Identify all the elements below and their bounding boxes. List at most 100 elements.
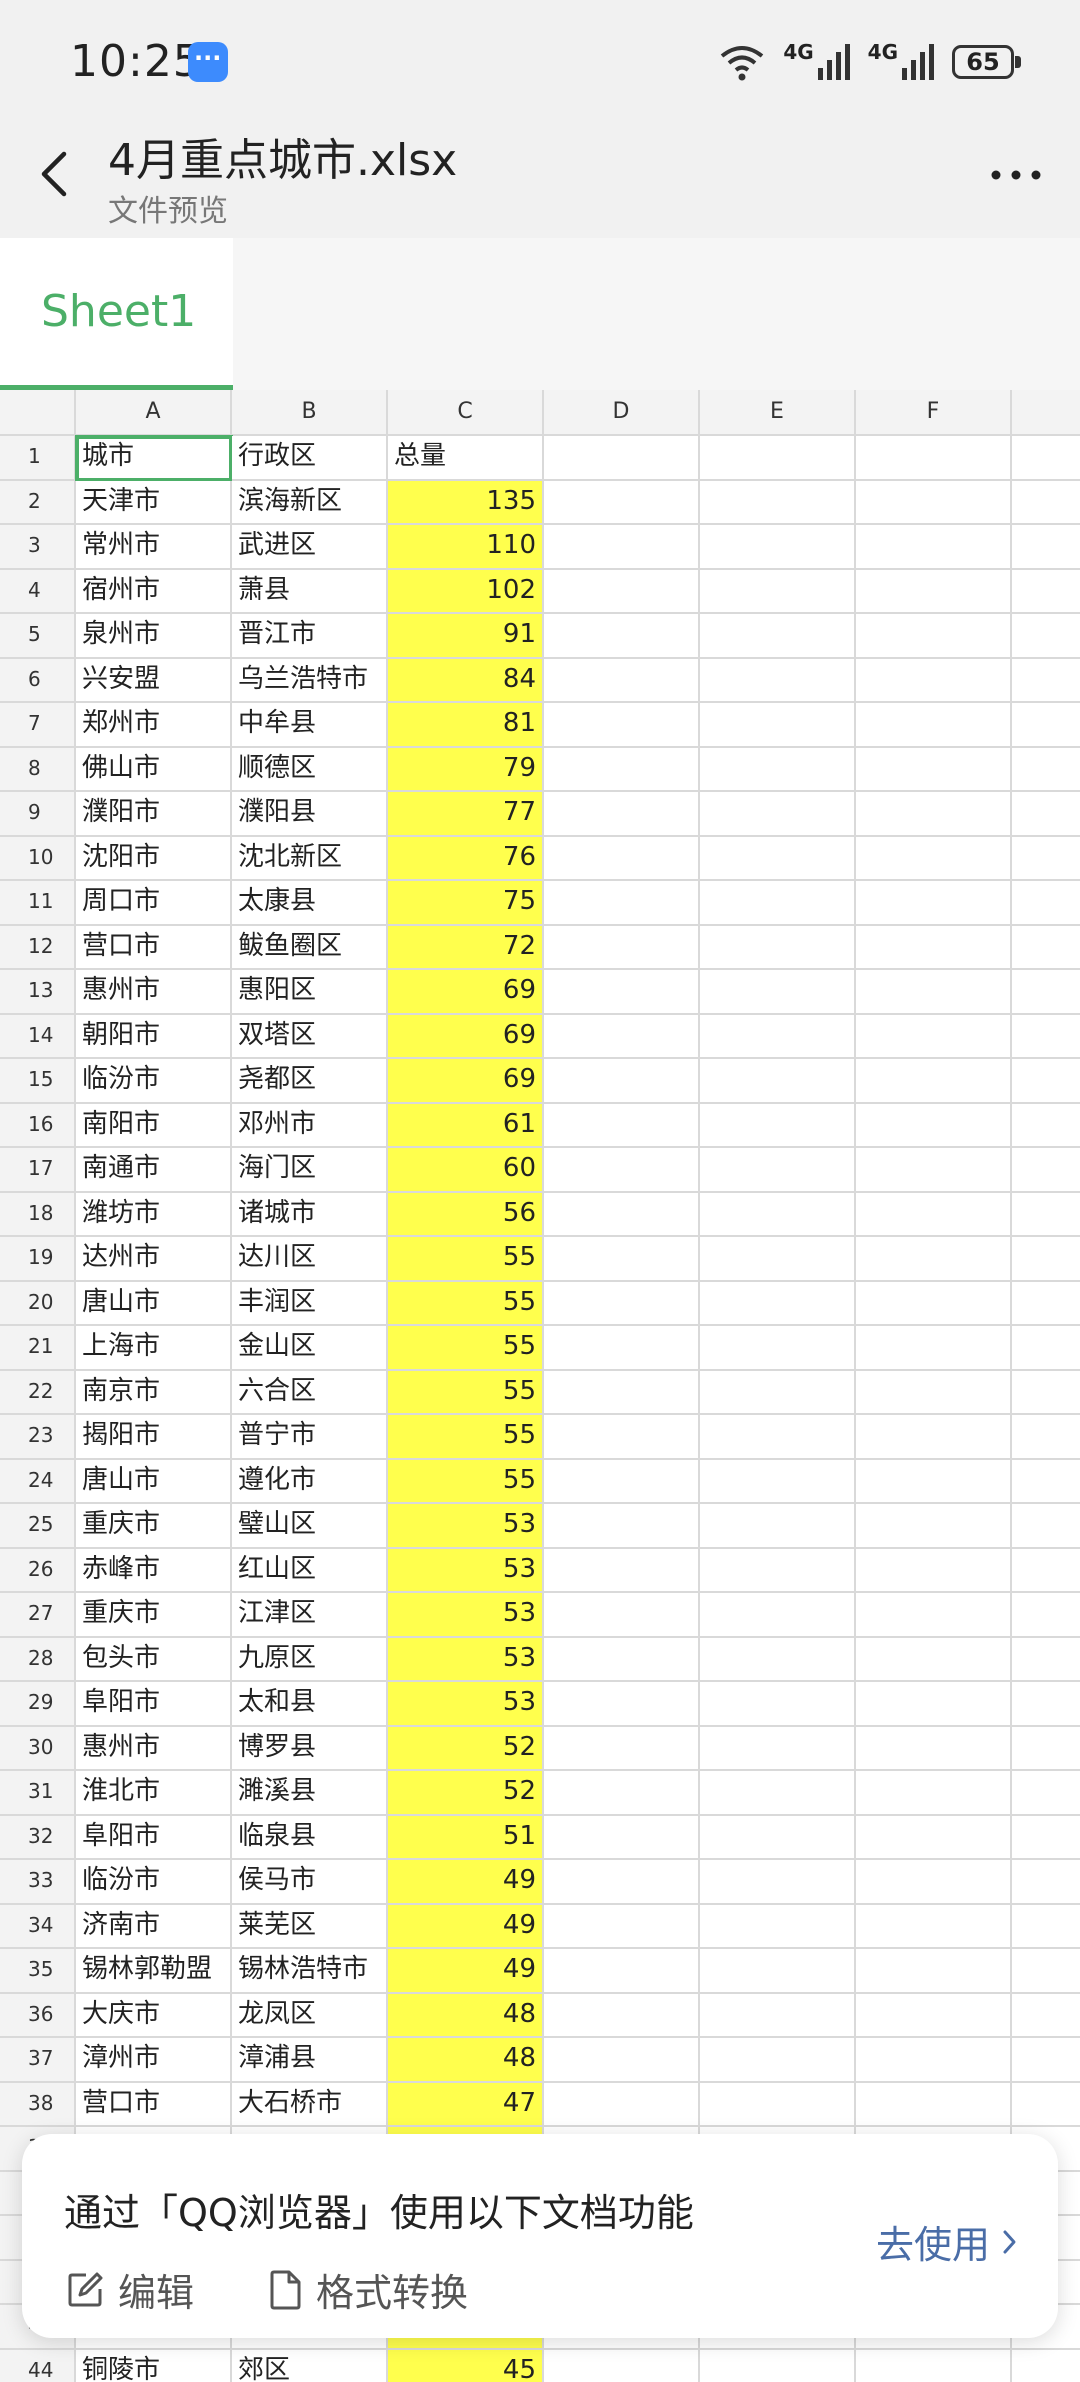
cell-empty[interactable] bbox=[856, 747, 1012, 792]
cell-empty[interactable] bbox=[700, 436, 856, 481]
cell-empty[interactable] bbox=[544, 747, 700, 792]
cell-empty[interactable] bbox=[700, 1726, 856, 1771]
spreadsheet-grid[interactable]: A B C D E F 1 城市 行政区 总量 2 天津市 滨海新区 135 3 常州市 武进区 110 4 宿州市萧… bbox=[0, 390, 1080, 2382]
cell-empty[interactable] bbox=[1012, 1370, 1080, 1415]
cell-b[interactable]: 濉溪县 bbox=[232, 1771, 388, 1816]
edit-button[interactable]: 编辑 bbox=[66, 2262, 194, 2317]
cell-empty[interactable] bbox=[856, 1682, 1012, 1727]
cell-b[interactable]: 乌兰浩特市 bbox=[232, 658, 388, 703]
cell-b[interactable]: 晋江市 bbox=[232, 614, 388, 659]
row-header[interactable]: 17 bbox=[0, 1148, 76, 1193]
row-header[interactable]: 2 bbox=[0, 480, 76, 525]
cell-b[interactable]: 普宁市 bbox=[232, 1415, 388, 1460]
row-header[interactable]: 20 bbox=[0, 1281, 76, 1326]
cell-a[interactable]: 淮北市 bbox=[76, 1771, 232, 1816]
cell-a[interactable]: 常州市 bbox=[76, 525, 232, 570]
cell-c[interactable]: 69 bbox=[388, 970, 544, 1015]
cell-empty[interactable] bbox=[544, 1014, 700, 1059]
cell-a[interactable]: 周口市 bbox=[76, 881, 232, 926]
row-header[interactable]: 12 bbox=[0, 925, 76, 970]
cell-empty[interactable] bbox=[544, 2038, 700, 2083]
cell-a[interactable]: 达州市 bbox=[76, 1237, 232, 1282]
cell-empty[interactable] bbox=[856, 925, 1012, 970]
cell-c[interactable]: 49 bbox=[388, 1904, 544, 1949]
cell-empty[interactable] bbox=[1012, 703, 1080, 748]
row-header[interactable]: 23 bbox=[0, 1415, 76, 1460]
cell-empty[interactable] bbox=[1012, 1237, 1080, 1282]
cell-empty[interactable] bbox=[856, 1237, 1012, 1282]
cell-empty[interactable] bbox=[700, 614, 856, 659]
cell-b[interactable]: 遵化市 bbox=[232, 1459, 388, 1504]
cell-a[interactable]: 南通市 bbox=[76, 1148, 232, 1193]
cell-empty[interactable] bbox=[700, 2349, 856, 2382]
cell-a[interactable]: 临汾市 bbox=[76, 1860, 232, 1905]
cell-c[interactable]: 52 bbox=[388, 1726, 544, 1771]
cell-c[interactable]: 60 bbox=[388, 1148, 544, 1193]
cell-a[interactable]: 沈阳市 bbox=[76, 836, 232, 881]
cell-c[interactable]: 69 bbox=[388, 1014, 544, 1059]
cell-b[interactable]: 顺德区 bbox=[232, 747, 388, 792]
cell-empty[interactable] bbox=[856, 1059, 1012, 1104]
row-header[interactable]: 33 bbox=[0, 1860, 76, 1905]
cell-a[interactable]: 天津市 bbox=[76, 480, 232, 525]
cell-c[interactable]: 91 bbox=[388, 614, 544, 659]
cell-empty[interactable] bbox=[700, 1993, 856, 2038]
cell-a[interactable]: 济南市 bbox=[76, 1904, 232, 1949]
cell-empty[interactable] bbox=[1012, 1459, 1080, 1504]
cell-c[interactable]: 76 bbox=[388, 836, 544, 881]
cell-c[interactable]: 102 bbox=[388, 569, 544, 614]
cell-empty[interactable] bbox=[544, 1103, 700, 1148]
cell-empty[interactable] bbox=[544, 1726, 700, 1771]
cell-a[interactable]: 朝阳市 bbox=[76, 1014, 232, 1059]
cell-empty[interactable] bbox=[700, 1192, 856, 1237]
cell-c[interactable]: 72 bbox=[388, 925, 544, 970]
row-header[interactable]: 18 bbox=[0, 1192, 76, 1237]
cell-c[interactable]: 55 bbox=[388, 1237, 544, 1282]
cell-b[interactable]: 临泉县 bbox=[232, 1815, 388, 1860]
cell-empty[interactable] bbox=[544, 1281, 700, 1326]
cell-empty[interactable] bbox=[856, 2082, 1012, 2127]
cell-empty[interactable] bbox=[1012, 1904, 1080, 1949]
cell-a[interactable]: 惠州市 bbox=[76, 970, 232, 1015]
cell-b[interactable]: 萧县 bbox=[232, 569, 388, 614]
cell-empty[interactable] bbox=[544, 703, 700, 748]
cell-empty[interactable] bbox=[544, 1192, 700, 1237]
cell-empty[interactable] bbox=[1012, 436, 1080, 481]
row-header[interactable]: 9 bbox=[0, 792, 76, 837]
cell-empty[interactable] bbox=[544, 1771, 700, 1816]
cell-empty[interactable] bbox=[544, 614, 700, 659]
cell-empty[interactable] bbox=[700, 1370, 856, 1415]
cell-empty[interactable] bbox=[856, 1192, 1012, 1237]
cell-empty[interactable] bbox=[856, 1949, 1012, 1994]
cell-empty[interactable] bbox=[1012, 1593, 1080, 1638]
cell-a[interactable]: 阜阳市 bbox=[76, 1815, 232, 1860]
cell-b[interactable]: 丰润区 bbox=[232, 1281, 388, 1326]
cell-empty[interactable] bbox=[544, 1326, 700, 1371]
back-button[interactable] bbox=[28, 144, 88, 204]
cell-b[interactable]: 郊区 bbox=[232, 2349, 388, 2382]
cell-empty[interactable] bbox=[1012, 1415, 1080, 1460]
cell-b[interactable]: 太康县 bbox=[232, 881, 388, 926]
cell-empty[interactable] bbox=[700, 1415, 856, 1460]
cell-a[interactable]: 唐山市 bbox=[76, 1281, 232, 1326]
more-options-button[interactable] bbox=[986, 150, 1046, 200]
cell-b[interactable]: 金山区 bbox=[232, 1326, 388, 1371]
cell-empty[interactable] bbox=[700, 658, 856, 703]
cell-b[interactable]: 锡林浩特市 bbox=[232, 1949, 388, 1994]
cell-b[interactable]: 漳浦县 bbox=[232, 2038, 388, 2083]
cell-empty[interactable] bbox=[856, 1993, 1012, 2038]
row-header[interactable]: 13 bbox=[0, 970, 76, 1015]
cell-empty[interactable] bbox=[700, 1548, 856, 1593]
cell-a[interactable]: 锡林郭勒盟 bbox=[76, 1949, 232, 1994]
cell-empty[interactable] bbox=[1012, 1815, 1080, 1860]
row-header[interactable]: 31 bbox=[0, 1771, 76, 1816]
cell-empty[interactable] bbox=[856, 1726, 1012, 1771]
cell-empty[interactable] bbox=[1012, 569, 1080, 614]
cell-b[interactable]: 尧都区 bbox=[232, 1059, 388, 1104]
cell-empty[interactable] bbox=[1012, 881, 1080, 926]
cell-a[interactable]: 濮阳市 bbox=[76, 792, 232, 837]
cell-b[interactable]: 滨海新区 bbox=[232, 480, 388, 525]
cell-empty[interactable] bbox=[856, 970, 1012, 1015]
cell-c[interactable]: 总量 bbox=[388, 436, 544, 481]
cell-empty[interactable] bbox=[700, 703, 856, 748]
